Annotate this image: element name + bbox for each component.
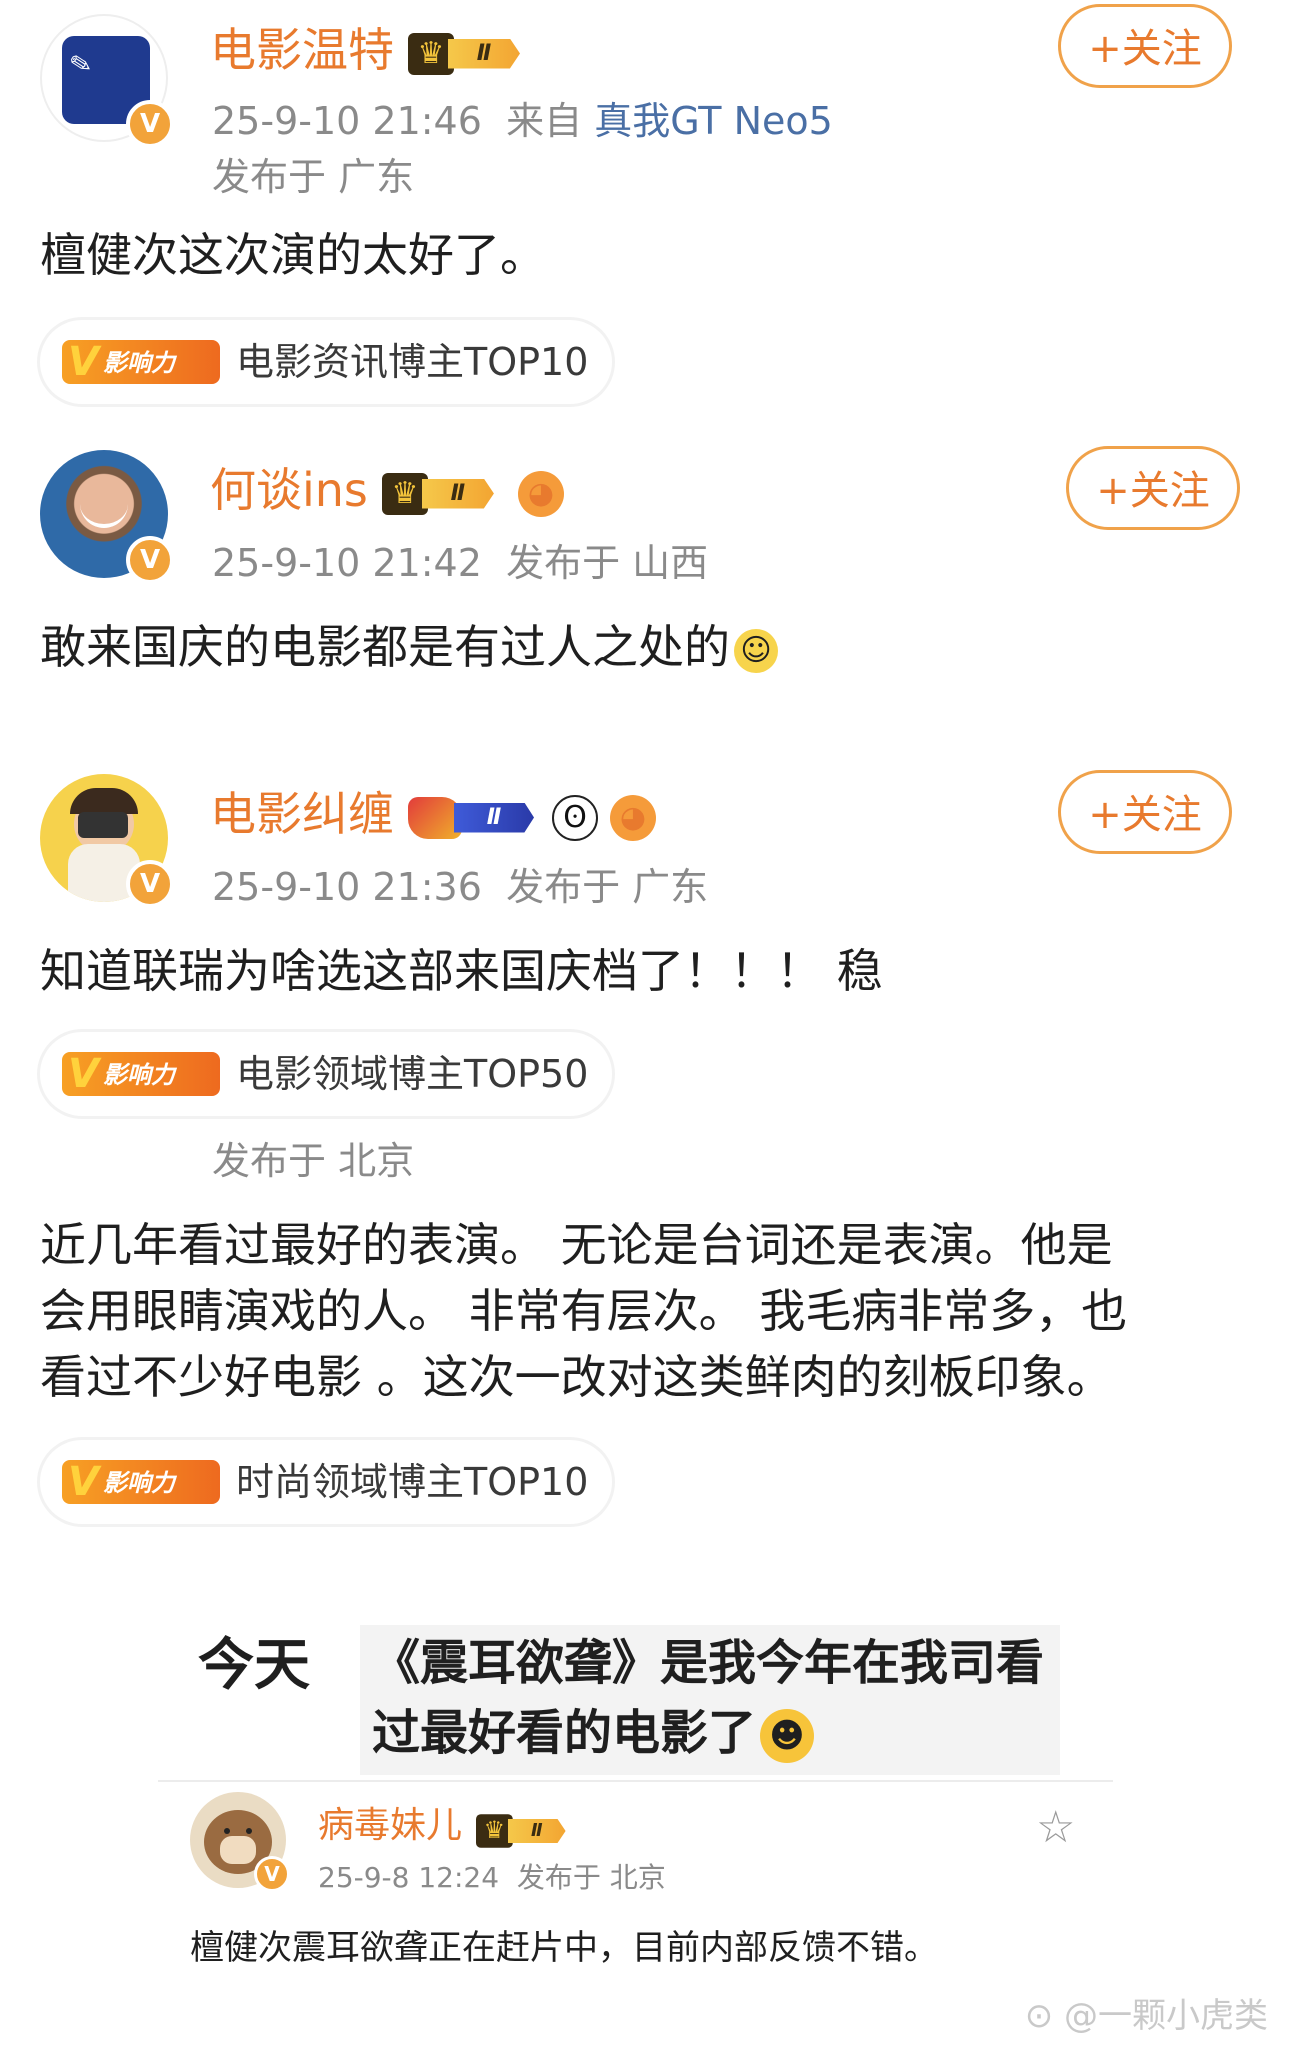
avatar[interactable]: V [190,1792,290,1892]
username[interactable]: 电影温特 ♛ Ⅱ [210,14,532,80]
follow-button[interactable]: +关注 [1058,770,1232,854]
influence-v-icon: V [68,1051,99,1097]
username[interactable]: 何谈ins ♛ Ⅱ ◕ [210,454,564,520]
post-content: 敢来国庆的电影都是有过人之处的 ☺ [40,614,778,680]
follow-button[interactable]: +关注 [1066,446,1240,530]
verified-icon: V [126,100,174,148]
influence-badge: V 影响力 [62,1460,220,1504]
avatar[interactable]: V [40,774,174,908]
post-time: 25-9-8 12:24 [318,1861,500,1894]
watermark: ⊙ @一颗小虎类 [1024,1996,1268,2036]
post-meta: 25-9-10 21:42 发布于 山西 [212,532,708,587]
post-content: 檀健次这次演的太好了。 [40,228,546,282]
post-meta: 25-9-10 21:36 发布于 广东 [212,856,708,911]
follow-button[interactable]: +关注 [1058,4,1232,88]
panda-badge-icon: ʘ [552,794,598,841]
post-location: 发布于 北京 [212,1139,415,1183]
avatar-camera-icon [78,812,128,838]
device-link[interactable]: 真我GT Neo5 [594,99,833,143]
crown-level-icon: ♛ Ⅱ [408,32,532,75]
source-prefix: 来自 [506,99,583,143]
post-time: 25-9-10 21:36 [212,865,482,909]
influence-text: 时尚领域博主TOP10 [236,1460,589,1504]
influence-badge: V 影响力 [62,340,220,384]
crown-level-icon: ♛ Ⅱ [476,1814,566,1848]
post-time: 25-9-10 21:42 [212,541,482,585]
verified-icon: V [126,860,174,908]
influence-v-icon: V [68,1459,99,1505]
divider [158,1780,1113,1782]
post-meta: 25-9-10 21:46 来自 真我GT Neo5 [212,90,833,145]
avatar-smile-icon [80,504,128,528]
influence-v-icon: V [68,339,99,385]
verified-icon: V [126,536,174,584]
influence-text: 电影资讯博主TOP10 [236,340,589,384]
post-location: 发布于 山西 [506,541,709,585]
avatar[interactable]: V [40,450,174,584]
post-location: 发布于 北京 [516,1861,666,1894]
fish-badge-icon: ◕ [517,470,564,517]
influence-tag[interactable]: V 影响力 电影资讯博主TOP10 [40,320,612,404]
crown-level-icon: ♛ Ⅱ [381,472,506,515]
post-content-line-2: 会用眼睛演戏的人。 非常有层次。 我毛病非常多，也 [40,1284,1128,1338]
post-meta: 25-9-8 12:24 发布于 北京 [318,1856,666,1896]
influence-tag[interactable]: V 影响力 时尚领域博主TOP10 [40,1440,612,1524]
dragon-level-icon: Ⅱ [408,796,540,839]
post-content: 檀健次震耳欲聋正在赶片中，目前内部反馈不错。 [190,1928,938,1968]
post-location: 发布于 广东 [212,155,415,199]
thinking-emoji-icon: ☺ [734,628,778,673]
post-location: 发布于 广东 [506,865,709,909]
laughing-emoji-icon: ☻ [760,1709,815,1763]
influence-badge: V 影响力 [62,1052,220,1096]
influence-tag[interactable]: V 影响力 电影领域博主TOP50 [40,1032,612,1116]
verified-icon: V [254,1856,290,1892]
username[interactable]: 病毒妹儿 ♛ Ⅱ [318,1796,572,1848]
today-label: 今天 [198,1633,310,1698]
fish-badge-icon: ◕ [610,794,656,841]
post-content: 知道联瑞为啥选这部来国庆档了！！！ 稳 [40,944,883,998]
bear-eye-icon [224,1828,230,1834]
avatar[interactable]: ✎ V [40,14,174,148]
quote-line-2: 过最好看的电影了 ☻ [372,1698,815,1768]
influence-text: 电影领域博主TOP50 [236,1052,589,1096]
favorite-star-icon[interactable]: ☆ [1036,1802,1075,1853]
username[interactable]: 电影纠缠 Ⅱʘ ◕ [210,778,656,844]
weibo-logo-icon: ⊙ [1024,1996,1054,2036]
post-content-line-3: 看过不少好电影 。这次一改对这类鲜肉的刻板印象。 [40,1350,1113,1404]
quote-line-1: 《震耳欲聋》是我今年在我司看 [372,1635,1045,1691]
post-content-line-1: 近几年看过最好的表演。 无论是台词还是表演。他是 [40,1218,1113,1272]
post-time: 25-9-10 21:46 [212,99,482,143]
